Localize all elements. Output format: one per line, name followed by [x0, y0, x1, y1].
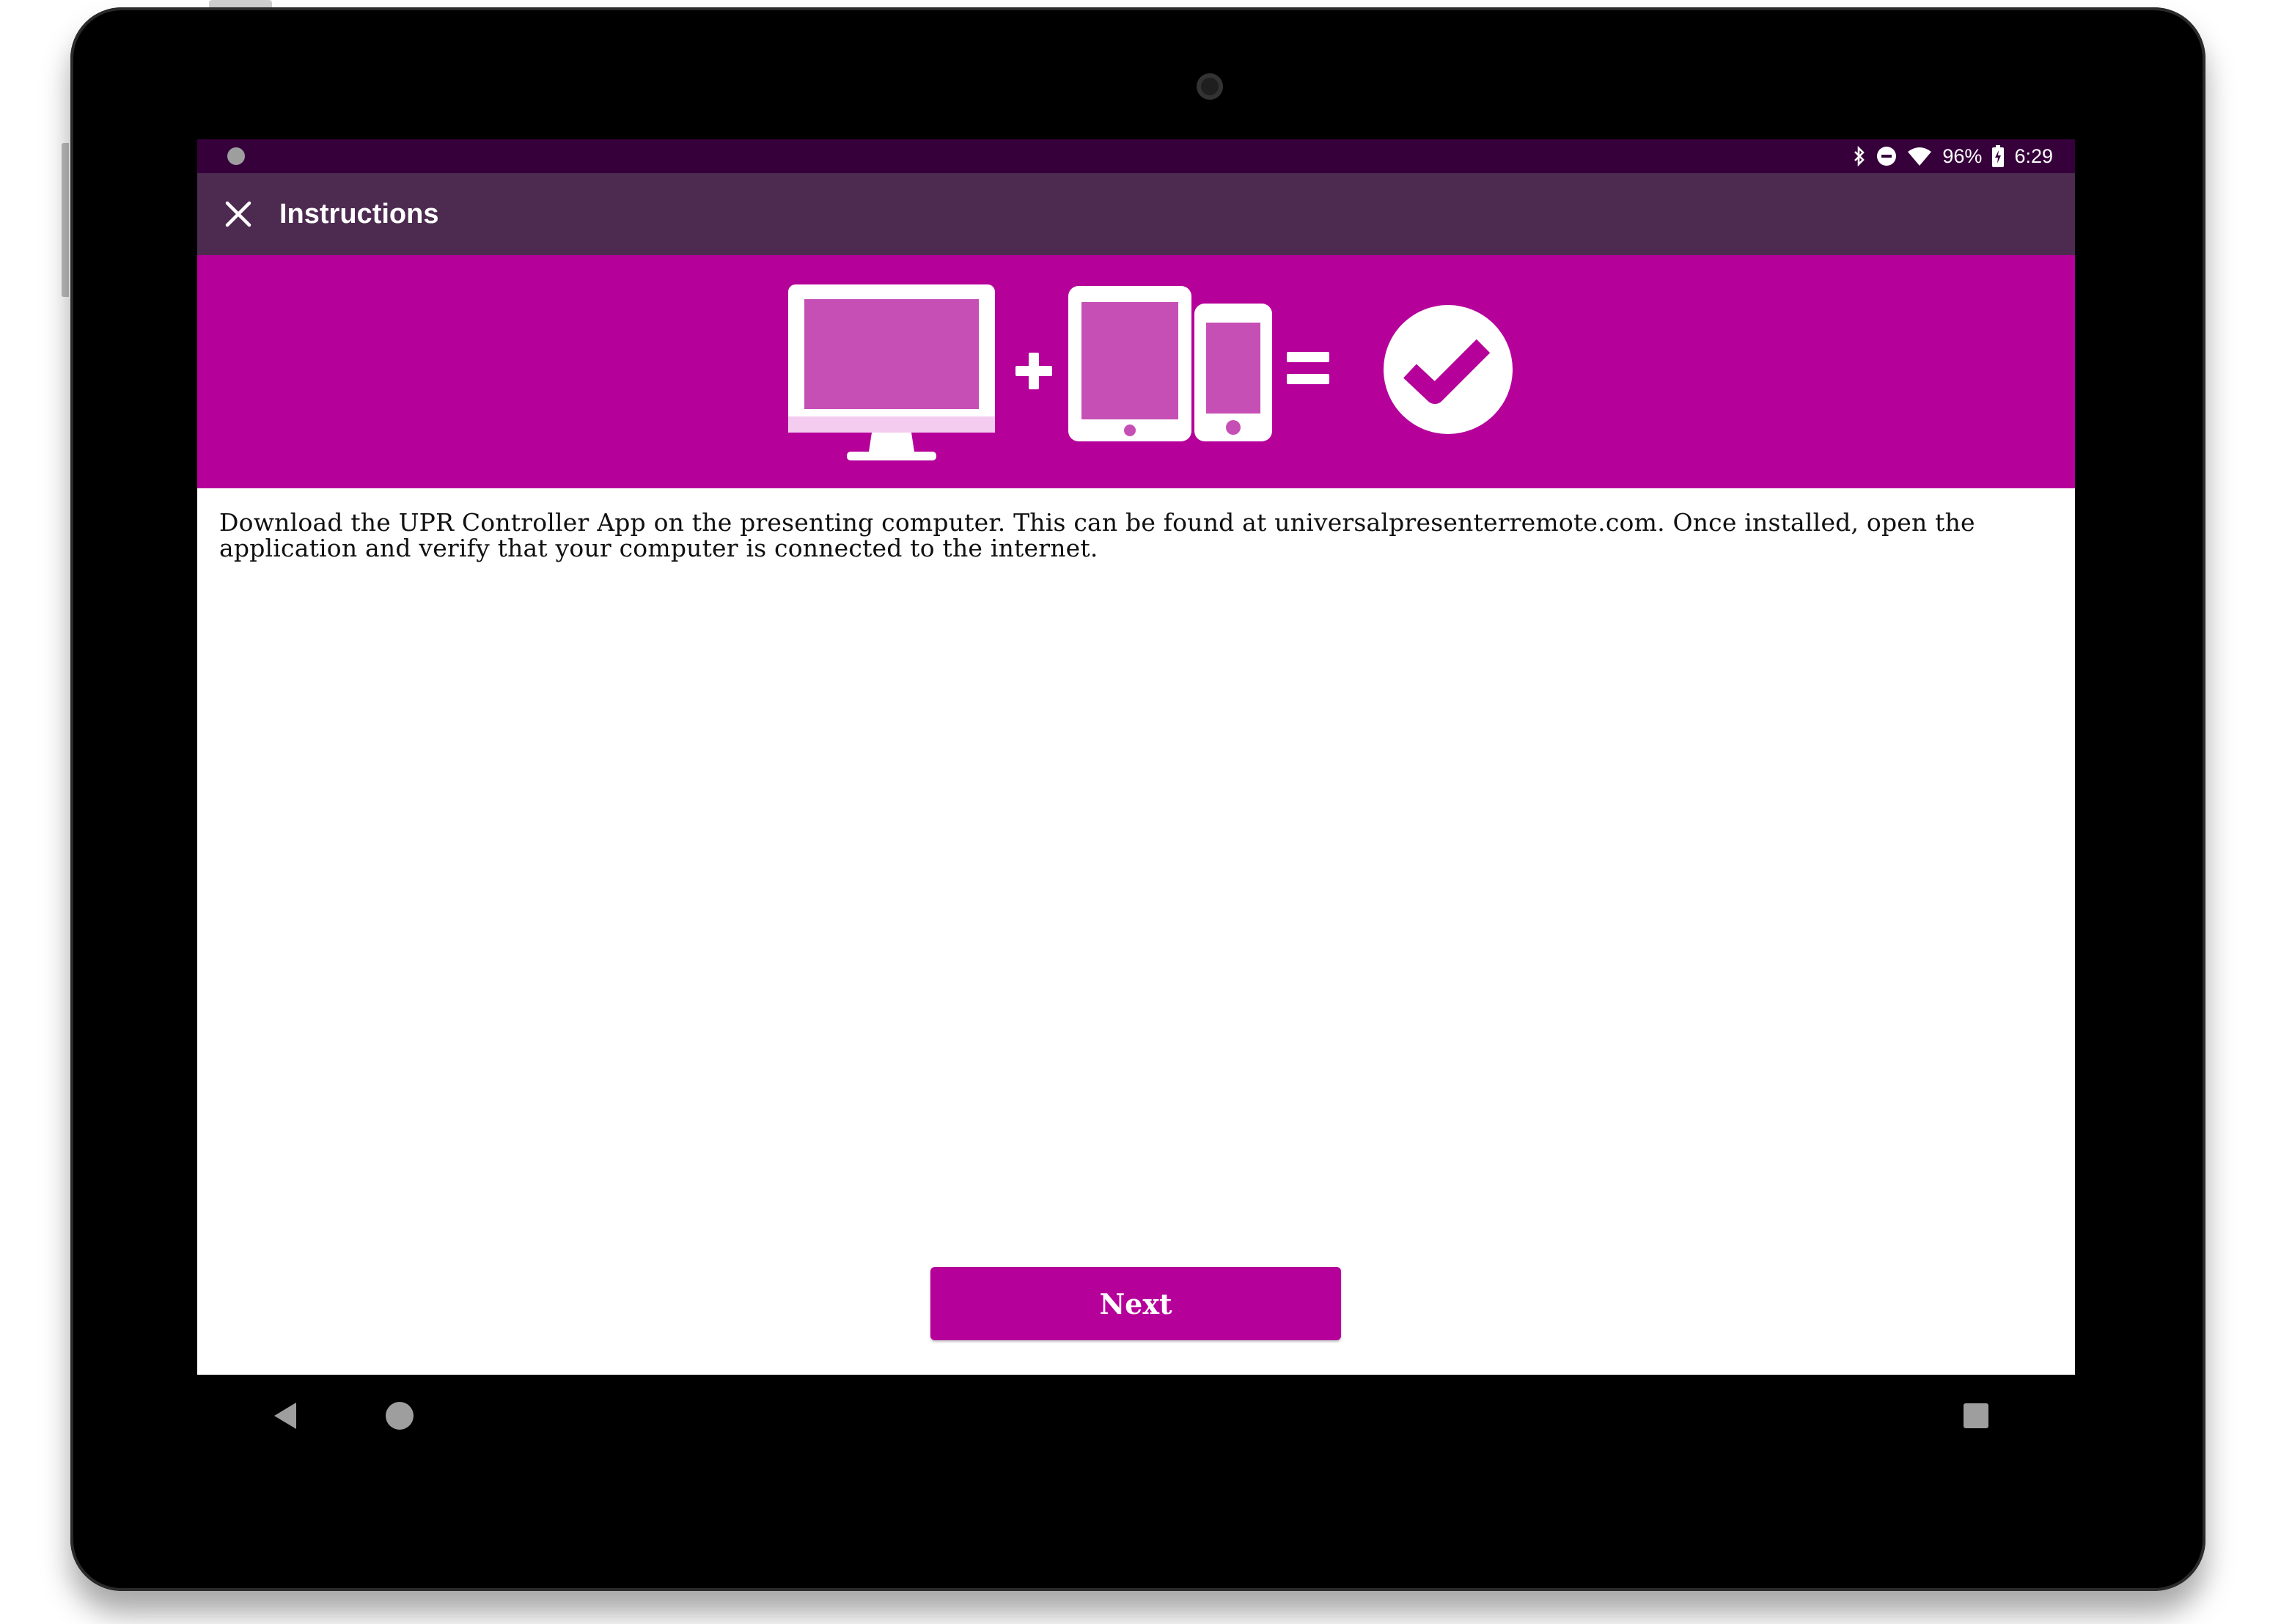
plus-icon	[1015, 353, 1052, 389]
device-volume-button	[62, 143, 69, 297]
tablet-icon	[1068, 286, 1191, 441]
banner-illustration	[788, 284, 1513, 460]
navigation-bar	[197, 1375, 2075, 1457]
app-screen: 96% 6:29 Instructions Download the UPR C…	[197, 139, 2075, 1375]
back-icon	[274, 1403, 296, 1429]
recents-icon	[1964, 1403, 1988, 1428]
app-bar: Instructions	[197, 173, 2075, 255]
bluetooth-icon	[1853, 146, 1866, 166]
close-icon	[225, 201, 251, 227]
status-bar: 96% 6:29	[197, 139, 2075, 173]
status-icons: 96% 6:29	[1853, 139, 2053, 173]
wifi-icon	[1907, 146, 1932, 166]
instruction-banner	[197, 255, 2075, 488]
desktop-monitor-icon	[788, 284, 995, 460]
device-power-button	[209, 0, 272, 7]
do-not-disturb-icon	[1876, 146, 1897, 166]
clock: 6:29	[2014, 144, 2053, 167]
notification-dot-icon	[227, 147, 245, 165]
battery-percent: 96%	[1942, 144, 1983, 167]
checkmark-circle-icon	[1384, 305, 1513, 434]
phone-icon	[1194, 304, 1272, 441]
home-icon	[386, 1402, 414, 1430]
instruction-text: Download the UPR Controller App on the p…	[219, 508, 1975, 562]
battery-charging-icon	[1992, 145, 2005, 167]
front-camera	[1197, 73, 1223, 100]
equals-icon	[1287, 352, 1329, 384]
back-button[interactable]	[265, 1395, 306, 1436]
close-button[interactable]	[212, 188, 265, 240]
home-button[interactable]	[379, 1395, 420, 1436]
page-title: Instructions	[279, 199, 439, 229]
next-button[interactable]: Next	[930, 1267, 1341, 1340]
recents-button[interactable]	[1955, 1395, 1997, 1436]
